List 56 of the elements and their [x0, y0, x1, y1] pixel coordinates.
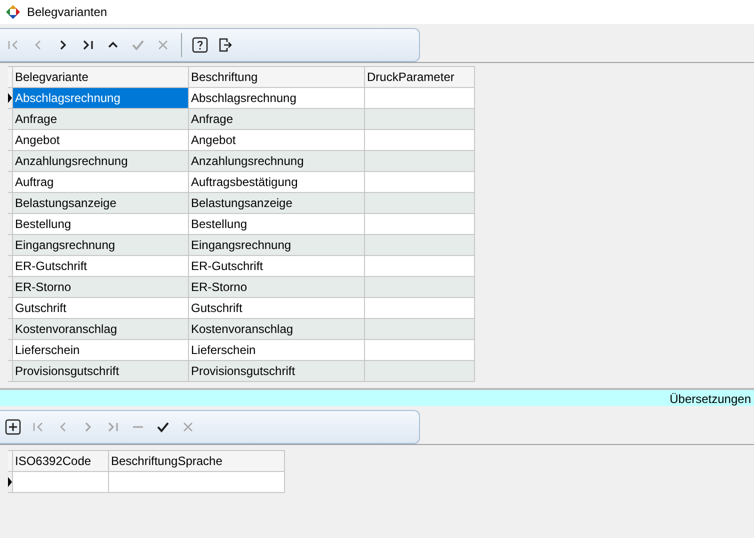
- table-cell[interactable]: ER-Storno: [188, 276, 364, 298]
- table-cell[interactable]: [364, 108, 474, 130]
- table-cell[interactable]: Angebot: [12, 130, 188, 150]
- table-cell[interactable]: ER-Gutschrift: [188, 256, 364, 276]
- table-cell[interactable]: Abschlagsrechnung: [12, 88, 188, 108]
- table-cell[interactable]: Kostenvoranschlag: [12, 318, 188, 340]
- table-cell[interactable]: Angebot: [188, 130, 364, 150]
- table-cell[interactable]: Belastungsanzeige: [12, 192, 188, 214]
- table-cell[interactable]: [364, 340, 474, 360]
- table-cell[interactable]: Bestellung: [188, 214, 364, 234]
- table-cell[interactable]: Auftragsbestätigung: [188, 172, 364, 192]
- table-cell[interactable]: Anzahlungsrechnung: [188, 150, 364, 172]
- column-header[interactable]: Belegvariante: [12, 66, 188, 88]
- table-cell[interactable]: ER-Gutschrift: [12, 256, 188, 276]
- table-cell[interactable]: [12, 472, 108, 492]
- section-header: Übersetzungen: [0, 388, 754, 406]
- column-header[interactable]: Beschriftung: [188, 66, 364, 88]
- table-cell[interactable]: Lieferschein: [188, 340, 364, 360]
- exit-icon: [217, 37, 233, 53]
- column-header[interactable]: DruckParameter: [364, 66, 474, 88]
- add-icon: [5, 419, 21, 435]
- table-cell[interactable]: Eingangsrechnung: [12, 234, 188, 256]
- table-cell[interactable]: Abschlagsrechnung: [188, 88, 364, 108]
- table-cell[interactable]: Provisionsgutschrift: [188, 360, 364, 382]
- table-cell[interactable]: Bestellung: [12, 214, 188, 234]
- table-cell[interactable]: Auftrag: [12, 172, 188, 192]
- table-cell[interactable]: Kostenvoranschlag: [188, 318, 364, 340]
- table-cell[interactable]: [364, 150, 474, 172]
- table-cell[interactable]: [364, 234, 474, 256]
- help-icon: [192, 37, 208, 53]
- table-cell[interactable]: Gutschrift: [12, 298, 188, 318]
- table-cell[interactable]: ER-Storno: [12, 276, 188, 298]
- table-cell[interactable]: Anfrage: [188, 108, 364, 130]
- table-cell[interactable]: [364, 214, 474, 234]
- table-cell[interactable]: Provisionsgutschrift: [12, 360, 188, 382]
- column-header[interactable]: ISO6392Code: [12, 450, 108, 472]
- table-cell[interactable]: [108, 472, 284, 492]
- table-cell[interactable]: [364, 276, 474, 298]
- table-cell[interactable]: [364, 130, 474, 150]
- table-cell[interactable]: Lieferschein: [12, 340, 188, 360]
- table-cell[interactable]: [364, 88, 474, 108]
- table-cell[interactable]: Gutschrift: [188, 298, 364, 318]
- table-cell[interactable]: [364, 256, 474, 276]
- app-icon: [6, 5, 20, 19]
- table-cell[interactable]: Eingangsrechnung: [188, 234, 364, 256]
- column-header[interactable]: BeschriftungSprache: [108, 450, 284, 472]
- window-title: Belegvarianten: [27, 4, 108, 21]
- table-cell[interactable]: [364, 298, 474, 318]
- table-cell[interactable]: Anfrage: [12, 108, 188, 130]
- table-cell[interactable]: Anzahlungsrechnung: [12, 150, 188, 172]
- table-cell[interactable]: [364, 318, 474, 340]
- minus-icon: [133, 426, 143, 428]
- table-cell[interactable]: Belastungsanzeige: [188, 192, 364, 214]
- table-cell[interactable]: [364, 192, 474, 214]
- table-cell[interactable]: [364, 172, 474, 192]
- table-cell[interactable]: [364, 360, 474, 382]
